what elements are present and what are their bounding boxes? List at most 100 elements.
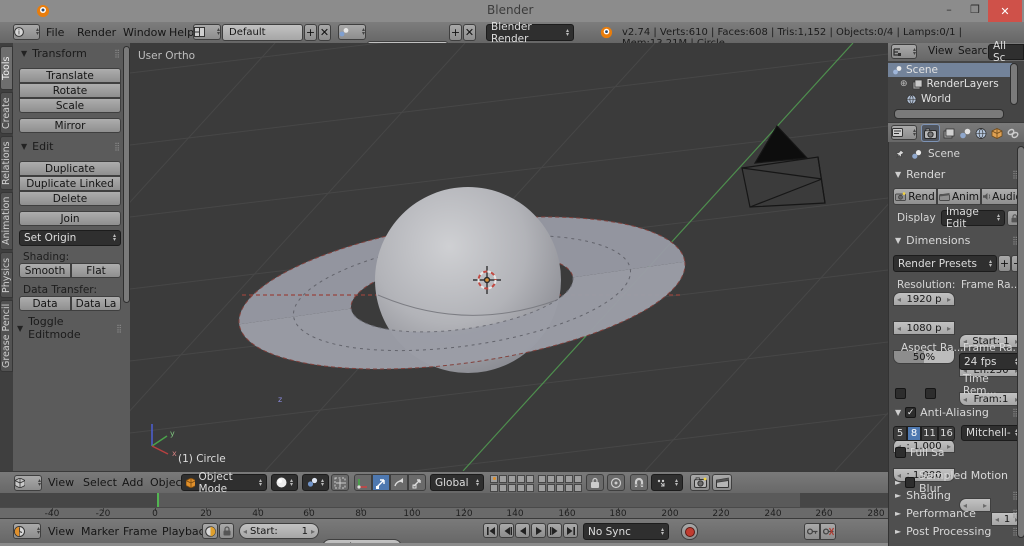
- tab-tools[interactable]: Tools: [0, 46, 13, 90]
- delete-keyframe-button[interactable]: [820, 523, 836, 540]
- pivot-point-select[interactable]: [302, 474, 329, 491]
- tool-shelf-scrollbar[interactable]: [123, 46, 130, 303]
- snap-element-select[interactable]: [651, 474, 683, 491]
- add-scene-button[interactable]: +: [449, 24, 462, 41]
- outliner-view-menu[interactable]: View: [924, 45, 957, 57]
- minimize-button[interactable]: –: [936, 0, 962, 18]
- data-transfer-button[interactable]: Data: [19, 296, 71, 311]
- tab-create[interactable]: Create: [0, 92, 13, 134]
- tab-grease-pencil[interactable]: Grease Pencil: [0, 300, 13, 372]
- scene-browse-button[interactable]: [338, 24, 366, 40]
- add-menu[interactable]: Add: [118, 476, 147, 489]
- outliner-h-scrollbar[interactable]: [894, 109, 1004, 119]
- toggle-editmode-panel-header[interactable]: ▼ Toggle Editmode ⣿: [17, 315, 123, 341]
- render-presets-select[interactable]: Render Presets: [893, 255, 997, 272]
- panel-drag-dots[interactable]: ⣿: [114, 49, 121, 58]
- tab-object[interactable]: [988, 125, 1005, 141]
- tab-render[interactable]: [921, 124, 940, 142]
- editor-type-button-info[interactable]: i: [13, 24, 40, 40]
- outliner-item-scene[interactable]: Scene: [888, 63, 1012, 77]
- render-engine-select[interactable]: Blender Render: [486, 21, 574, 45]
- outliner-item-renderlayers[interactable]: ⊕ RenderLayers: [896, 77, 1020, 91]
- add-layout-button[interactable]: +: [304, 24, 317, 41]
- pin-icon[interactable]: [894, 149, 905, 160]
- motion-blur-checkbox[interactable]: [905, 476, 916, 488]
- display-mode-select[interactable]: Image Edit: [941, 206, 1005, 230]
- resolution-y-field[interactable]: 1080 p: [893, 321, 955, 335]
- editor-type-button-outliner[interactable]: [891, 44, 917, 59]
- edit-panel-header[interactable]: ▼ Edit ⣿: [21, 140, 121, 153]
- layout-name-field[interactable]: Default: [222, 24, 303, 41]
- full-sample-checkbox[interactable]: [895, 447, 906, 458]
- lock-to-scene-toggle[interactable]: [586, 474, 604, 491]
- pixel-filter-select[interactable]: Mitchell-: [961, 425, 1023, 441]
- tab-render-layers[interactable]: [940, 125, 957, 141]
- delete-button[interactable]: Delete: [19, 191, 121, 206]
- scale-manipulator-toggle[interactable]: [408, 474, 426, 491]
- shade-flat-button[interactable]: Flat: [71, 263, 121, 278]
- sync-mode-select[interactable]: No Sync: [583, 523, 669, 540]
- dimensions-panel-header[interactable]: ▼ Dimensions ⣿: [895, 234, 1019, 247]
- timeline-frame-menu[interactable]: Frame: [119, 525, 161, 538]
- scale-button[interactable]: Scale: [19, 98, 121, 113]
- panel-drag-dots[interactable]: ⣿: [116, 324, 123, 333]
- jump-next-keyframe-button[interactable]: [547, 523, 562, 538]
- layers-group-1[interactable]: [490, 474, 534, 492]
- manipulate-center-points-toggle[interactable]: [331, 474, 349, 491]
- auto-keyframe-button[interactable]: [681, 523, 698, 540]
- join-button[interactable]: Join: [19, 211, 121, 226]
- layout-browse-button[interactable]: [193, 24, 221, 40]
- add-preset-button[interactable]: +: [998, 255, 1011, 272]
- play-reverse-button[interactable]: [515, 523, 530, 538]
- opengl-render-button[interactable]: [690, 474, 710, 491]
- tab-physics[interactable]: Physics: [0, 252, 13, 298]
- render-panel-header[interactable]: ▼ Render ⣿: [895, 168, 1019, 181]
- editor-type-button-3dview[interactable]: [14, 475, 42, 491]
- shade-smooth-button[interactable]: Smooth: [19, 263, 71, 278]
- use-preview-range-button[interactable]: [202, 523, 218, 539]
- shading-panel[interactable]: ► Shading ⣿: [895, 489, 1019, 502]
- delete-scene-button[interactable]: ✕: [463, 24, 476, 41]
- jump-prev-keyframe-button[interactable]: [499, 523, 514, 538]
- resolution-x-field[interactable]: 1920 p: [893, 292, 955, 306]
- delete-layout-button[interactable]: ✕: [318, 24, 331, 41]
- mode-select[interactable]: Object Mode: [181, 471, 267, 495]
- editor-type-button-timeline[interactable]: [13, 523, 41, 539]
- transform-panel-header[interactable]: ▼ Transform ⣿: [21, 47, 121, 60]
- close-button[interactable]: ✕: [988, 0, 1022, 22]
- tab-world[interactable]: [972, 125, 989, 141]
- layers-group-2[interactable]: [538, 474, 582, 492]
- insert-keyframe-button[interactable]: [804, 523, 820, 540]
- translate-manipulator-toggle[interactable]: [372, 474, 390, 491]
- view-menu[interactable]: View: [44, 476, 78, 489]
- jump-to-end-button[interactable]: [563, 523, 578, 538]
- duplicate-linked-button[interactable]: Duplicate Linked: [19, 176, 121, 191]
- render-still-button[interactable]: Rend: [893, 188, 937, 205]
- current-frame-playhead[interactable]: [157, 493, 159, 507]
- opengl-render-anim-button[interactable]: [712, 474, 732, 491]
- maximize-button[interactable]: ❒: [962, 0, 988, 18]
- outliner-v-scrollbar[interactable]: [1010, 63, 1018, 105]
- duplicate-button[interactable]: Duplicate: [19, 161, 121, 176]
- properties-scrollbar[interactable]: [1017, 146, 1024, 538]
- translate-button[interactable]: Translate: [19, 68, 121, 83]
- set-origin-menu[interactable]: Set Origin: [19, 230, 121, 246]
- expand-icon[interactable]: ⊕: [900, 79, 908, 89]
- outliner-item-world[interactable]: World: [902, 92, 1024, 106]
- crop-checkbox[interactable]: [925, 388, 936, 399]
- post-processing-panel[interactable]: ► Post Processing ⣿: [895, 525, 1019, 538]
- mirror-button[interactable]: Mirror: [19, 118, 121, 133]
- aa-samples-8-button[interactable]: 8: [907, 426, 921, 441]
- frame-rate-select[interactable]: 24 fps: [959, 353, 1023, 370]
- panel-drag-dots[interactable]: ⣿: [114, 142, 121, 151]
- tab-relations[interactable]: Relations: [0, 136, 13, 190]
- select-menu[interactable]: Select: [79, 476, 121, 489]
- aa-samples-11-button[interactable]: 11: [921, 426, 938, 441]
- snap-toggle[interactable]: [630, 474, 648, 491]
- tab-animation[interactable]: Animation: [0, 192, 13, 250]
- aa-samples-16-button[interactable]: 16: [938, 426, 955, 441]
- anti-aliasing-checkbox[interactable]: ✓: [905, 407, 917, 418]
- render-animation-button[interactable]: Anim: [937, 188, 981, 205]
- outliner-display-filter[interactable]: All Sc: [988, 40, 1024, 64]
- frame-start-field[interactable]: Start:1: [239, 523, 319, 539]
